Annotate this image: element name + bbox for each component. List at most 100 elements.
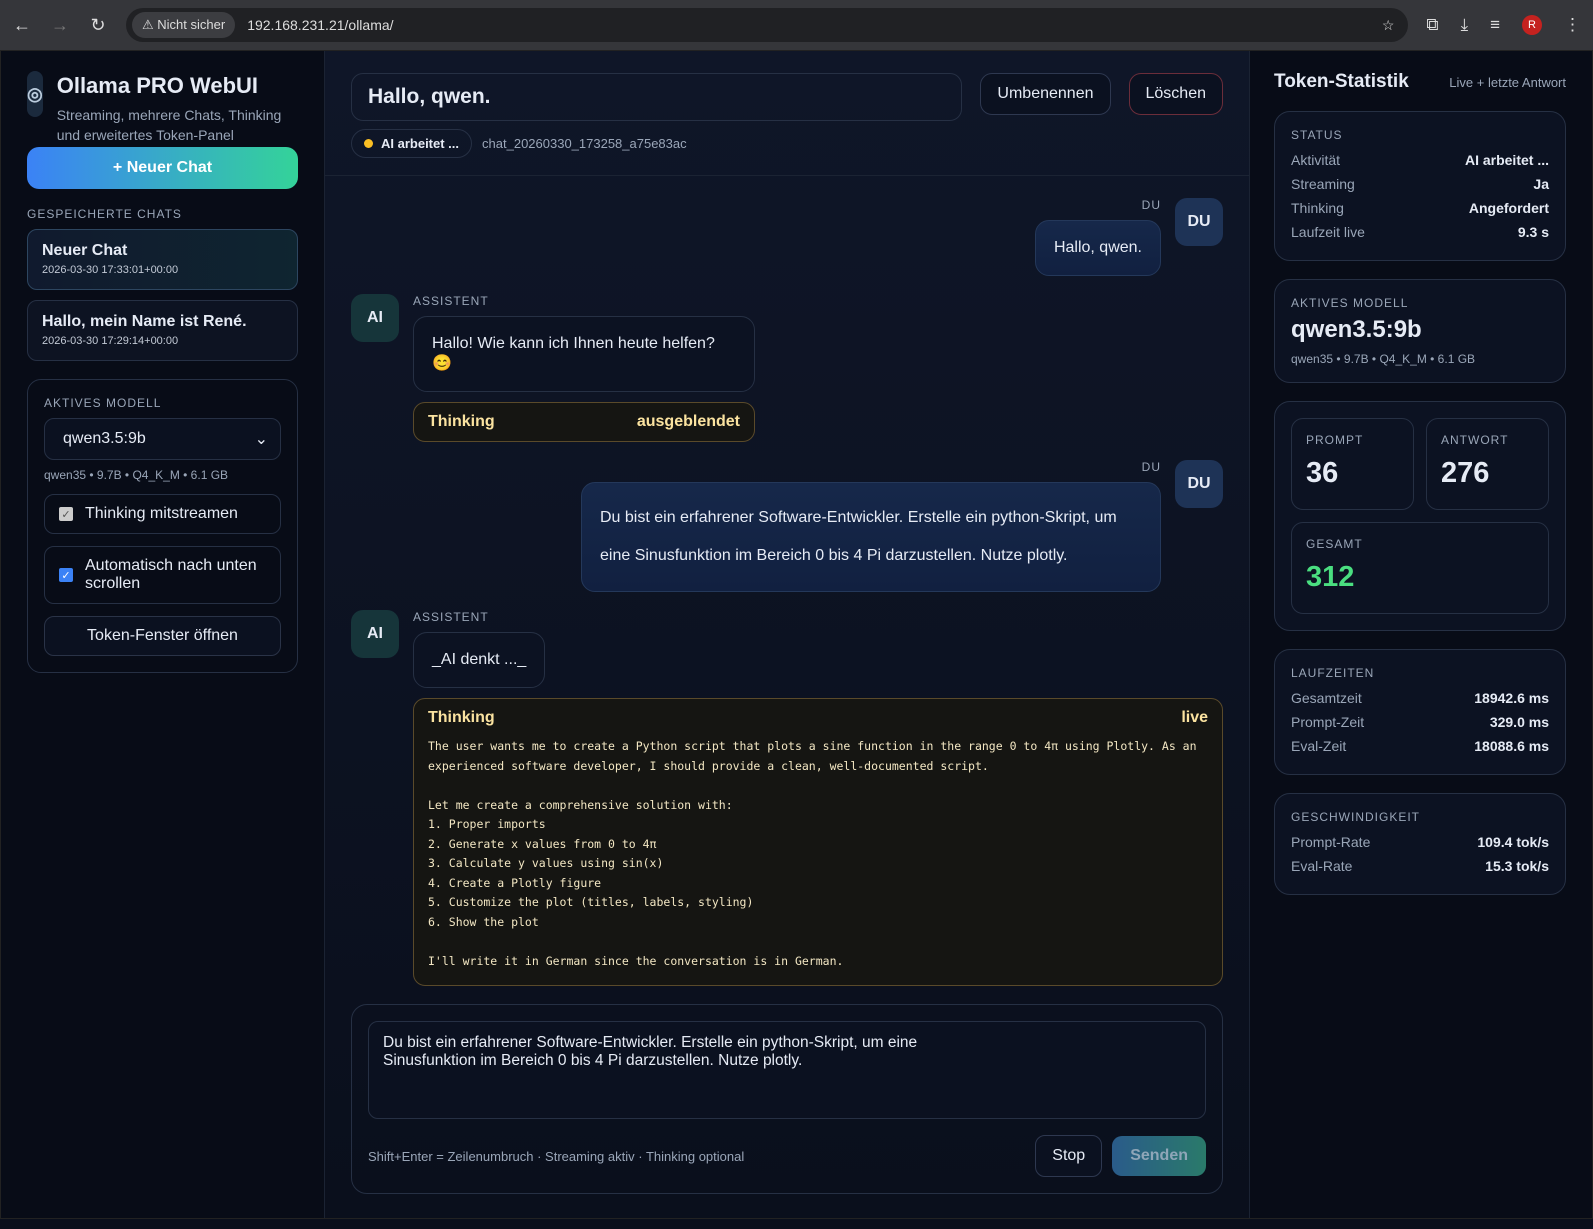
panel-subtitle: Live + letzte Antwort [1449, 74, 1566, 90]
stop-button[interactable]: Stop [1035, 1135, 1103, 1177]
thinking-title: Thinking [428, 709, 495, 726]
total-tokens: GESAMT 312 [1291, 522, 1549, 614]
status-badge: AI arbeitet ... [351, 129, 473, 158]
assistant-message: AI ASSISTENT _AI denkt ..._ Thinking live… [351, 610, 1223, 986]
checkbox-icon[interactable]: ✓ [59, 507, 73, 521]
token-value: 312 [1306, 561, 1355, 593]
chat-title: Neuer Chat [42, 242, 128, 259]
times-card: LAUFZEITEN Gesamtzeit 18942.6 ms Prompt-Z… [1274, 649, 1566, 775]
rename-button[interactable]: Umbenennen [980, 73, 1111, 115]
stat-row: Prompt-Rate 109.4 tok/s [1291, 830, 1549, 854]
logo-icon: ◎ [27, 71, 43, 117]
thinking-panel[interactable]: Thinking ausgeblendet [413, 402, 755, 442]
status-text: AI arbeitet ... [381, 136, 460, 151]
message-bubble: Du bist ein erfahrener Software-Entwickl… [581, 482, 1161, 592]
saved-chats-heading: GESPEICHERTE CHATS [27, 207, 182, 221]
stat-label: Gesamtzeit [1291, 690, 1362, 706]
message-bubble: Hallo, qwen. [1034, 220, 1161, 276]
autoscroll-toggle[interactable]: ✓ Automatisch nach unten scrollen [44, 546, 281, 604]
model-settings: AKTIVES MODELL qwen3.5:9b ⌄ qwen35 • 9.7B… [27, 379, 298, 673]
address-bar[interactable]: ⚠ Nicht sicher 192.168.231.21/ollama/ ☆ [126, 8, 1409, 42]
status-dot-icon [364, 139, 373, 148]
app-subtitle: Streaming, mehrere Chats, Thinking und e… [56, 107, 282, 143]
assistant-avatar: AI [351, 610, 399, 658]
token-label: ANTWORT [1441, 433, 1509, 447]
stat-value: 18088.6 ms [1474, 738, 1549, 754]
chat-area: Hallo, qwen. Umbenennen Löschen AI arbei… [325, 51, 1250, 1218]
model-select[interactable]: qwen3.5:9b ⌄ [44, 418, 281, 460]
menu-icon[interactable]: ⋮ [1564, 15, 1581, 35]
stat-row: Aktivität AI arbeitet ... [1291, 148, 1549, 172]
model-select-value: qwen3.5:9b [63, 430, 146, 447]
back-icon[interactable]: ← [12, 15, 32, 36]
download-icon[interactable]: ⤓ [1461, 15, 1469, 35]
model-meta: qwen35 • 9.7B • Q4_K_M • 6.1 GB [44, 468, 229, 482]
stat-value: 18942.6 ms [1474, 690, 1549, 706]
forward-icon[interactable]: → [50, 15, 70, 36]
model-meta: qwen35 • 9.7B • Q4_K_M • 6.1 GB [1291, 352, 1476, 366]
thinking-state: ausgeblendet [636, 413, 740, 430]
chat-list-item[interactable]: Neuer Chat 2026-03-30 17:33:01+00:00 [27, 229, 298, 290]
token-value: 36 [1306, 457, 1339, 489]
message-input[interactable]: Du bist ein erfahrener Software-Entwickl… [368, 1021, 1206, 1119]
sender-label: ASSISTENT [413, 294, 489, 308]
stat-value: 109.4 tok/s [1477, 834, 1549, 850]
checkbox-icon[interactable]: ✓ [59, 568, 73, 582]
stat-value: Angefordert [1468, 200, 1549, 216]
extensions-icon[interactable]: ⧉ [1426, 15, 1438, 35]
token-panel: Token-Statistik Live + letzte Antwort STA… [1250, 51, 1592, 1218]
model-card: AKTIVES MODELL qwen3.5:9b qwen35 • 9.7B … [1274, 279, 1566, 383]
stat-value: AI arbeitet ... [1464, 152, 1549, 168]
reload-icon[interactable]: ↻ [88, 15, 108, 36]
stat-row: Gesamtzeit 18942.6 ms [1291, 686, 1549, 710]
message-list: DU Hallo, qwen. DU AI ASSISTENT Hallo! W… [325, 176, 1249, 1004]
token-value: 276 [1441, 457, 1490, 489]
star-icon[interactable]: ☆ [1382, 17, 1395, 34]
stat-value: 15.3 tok/s [1485, 858, 1549, 874]
stat-value: 9.3 s [1517, 224, 1549, 240]
card-heading: GESCHWINDIGKEIT [1291, 810, 1421, 824]
open-token-window-button[interactable]: Token-Fenster öffnen [44, 616, 281, 656]
model-heading: AKTIVES MODELL [44, 396, 162, 410]
chat-date: 2026-03-30 17:33:01+00:00 [42, 264, 179, 276]
model-name: qwen3.5:9b [1291, 316, 1422, 343]
new-chat-button[interactable]: + Neuer Chat [27, 147, 298, 189]
stat-label: Eval-Zeit [1291, 738, 1347, 754]
thinking-content: The user wants me to create a Python scr… [428, 739, 1197, 968]
security-indicator[interactable]: ⚠ Nicht sicher [132, 12, 236, 38]
app-title: Ollama PRO WebUI [56, 73, 259, 98]
delete-button[interactable]: Löschen [1128, 73, 1223, 115]
stat-row: Streaming Ja [1291, 172, 1549, 196]
assistant-avatar: AI [351, 294, 399, 342]
user-message: DU Du bist ein erfahrener Software-Entwi… [351, 460, 1223, 592]
stat-row: Laufzeit live 9.3 s [1291, 220, 1549, 244]
stat-label: Eval-Rate [1291, 858, 1353, 874]
media-icon[interactable]: ≡ [1490, 15, 1500, 35]
thinking-title: Thinking [428, 413, 495, 430]
composer: Du bist ein erfahrener Software-Entwickl… [351, 1004, 1223, 1194]
browser-toolbar: ← → ↻ ⚠ Nicht sicher 192.168.231.21/olla… [0, 0, 1593, 50]
token-counts: PROMPT 36 ANTWORT 276 GESAMT 312 [1274, 401, 1566, 631]
stat-row: Eval-Rate 15.3 tok/s [1291, 854, 1549, 878]
stat-label: Streaming [1291, 176, 1355, 192]
stat-row: Prompt-Zeit 329.0 ms [1291, 710, 1549, 734]
sidebar: ◎ Ollama PRO WebUI Streaming, mehrere Ch… [1, 51, 325, 1218]
input-hint: Shift+Enter = Zeilenumbruch · Streaming … [368, 1148, 745, 1164]
url-text: 192.168.231.21/ollama/ [247, 17, 394, 33]
prompt-tokens: PROMPT 36 [1291, 418, 1414, 510]
card-heading: AKTIVES MODELL [1291, 296, 1409, 310]
stat-row: Thinking Angefordert [1291, 196, 1549, 220]
chat-title-field[interactable]: Hallo, qwen. [351, 73, 963, 121]
profile-avatar[interactable]: R [1522, 15, 1542, 35]
sender-label: ASSISTENT [413, 610, 489, 624]
chat-date: 2026-03-30 17:29:14+00:00 [42, 335, 179, 347]
thinking-stream-toggle[interactable]: ✓ Thinking mitstreamen [44, 494, 281, 534]
chat-title: Hallo, mein Name ist René. [42, 313, 247, 330]
stat-label: Thinking [1291, 200, 1344, 216]
chat-list-item[interactable]: Hallo, mein Name ist René. 2026-03-30 17… [27, 300, 298, 361]
stat-row: Eval-Zeit 18088.6 ms [1291, 734, 1549, 758]
assistant-message: AI ASSISTENT Hallo! Wie kann ich Ihnen h… [351, 294, 1223, 442]
chat-id: chat_20260330_173258_a75e83ac [482, 136, 687, 151]
token-label: GESAMT [1306, 537, 1363, 551]
send-button[interactable]: Senden [1112, 1136, 1206, 1176]
